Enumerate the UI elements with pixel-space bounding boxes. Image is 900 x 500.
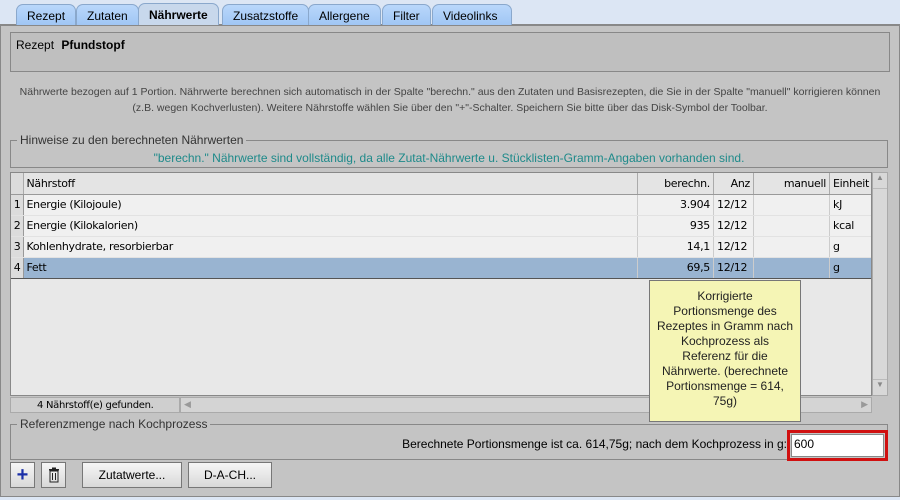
reference-title: Referenzmenge nach Kochprozess [17,417,211,431]
trash-icon [48,467,59,483]
scroll-up-icon[interactable]: ▲ [873,173,887,189]
tab-zutaten[interactable]: Zutaten [76,4,139,25]
cell-calc: 14,1 [637,236,714,258]
status-text: 4 Nährstoff(e) gefunden. [10,397,180,413]
row-index: 1 [11,194,24,216]
add-nutrient-button[interactable]: + [10,462,35,488]
cell-unit: kcal [829,215,871,237]
hints-title: Hinweise zu den berechneten Nährwerten [17,133,247,147]
cell-unit: g [829,236,871,258]
table-row[interactable]: 1 Energie (Kilojoule) 3.904 12/12 kJ [11,194,871,216]
row-header-corner [11,173,24,195]
cell-manual[interactable] [753,194,830,216]
cell-calc: 3.904 [637,194,714,216]
reference-highlight: 600 [787,430,888,461]
reference-input[interactable]: 600 [791,434,884,457]
hints-message: "berechn." Nährwerte sind vollständig, d… [153,151,745,165]
tab-videolinks[interactable]: Videolinks [432,4,512,25]
vertical-scrollbar[interactable]: ▲ ▼ [872,172,888,396]
row-index: 2 [11,215,24,237]
zutatwerte-button[interactable]: Zutatwerte... [82,462,182,488]
col-naehrstoff[interactable]: Nährstoff [23,173,638,195]
cell-name: Energie (Kilokalorien) [23,215,638,237]
tab-naehrwerte[interactable]: Nährwerte [138,3,219,25]
cell-anz: 12/12 [713,194,754,216]
scroll-down-icon[interactable]: ▼ [873,379,887,395]
row-index: 3 [11,236,24,258]
table-row-selected[interactable]: 4 Fett 69,5 12/12 g [11,256,871,279]
tab-filter[interactable]: Filter [382,4,431,25]
cell-calc: 69,5 [637,256,714,279]
cell-unit: g [829,256,871,279]
tab-rezept[interactable]: Rezept [16,4,77,25]
hints-box: Hinweise zu den berechneten Nährwerten "… [10,133,888,168]
col-berechn[interactable]: berechn. [637,173,714,195]
row-index: 4 [11,256,24,279]
cell-calc: 935 [637,215,714,237]
delete-button[interactable] [41,462,66,488]
reference-box: Referenzmenge nach Kochprozess Berechnet… [10,417,888,460]
cell-anz: 12/12 [713,256,754,279]
recipe-label: Rezept [16,38,55,52]
cell-manual[interactable] [753,256,830,279]
plus-icon: + [16,463,29,486]
cell-name: Kohlenhydrate, resorbierbar [23,236,638,258]
scroll-left-icon[interactable]: ◀ [184,399,191,410]
cell-name: Energie (Kilojoule) [23,194,638,216]
recipe-header: Rezept Pfundstopf [10,32,890,72]
dach-button[interactable]: D-A-CH... [188,462,272,488]
info-text: Nährwerte bezogen auf 1 Portion. Nährwer… [19,86,881,114]
cell-manual[interactable] [753,215,830,237]
tab-zusatzstoffe[interactable]: Zusatzstoffe [222,4,310,25]
tab-allergene[interactable]: Allergene [308,4,381,25]
col-einheit[interactable]: Einheit [829,173,871,195]
table-row[interactable]: 2 Energie (Kilokalorien) 935 12/12 kcal [11,215,871,237]
cell-name: Fett [23,256,638,279]
cell-unit: kJ [829,194,871,216]
reference-label: Berechnete Portionsmenge ist ca. 614,75g… [402,437,787,451]
recipe-name: Pfundstopf [61,38,125,52]
cell-manual[interactable] [753,236,830,258]
table-row[interactable]: 3 Kohlenhydrate, resorbierbar 14,1 12/12 g [11,236,871,258]
cell-anz: 12/12 [713,215,754,237]
scroll-right-icon[interactable]: ▶ [861,399,868,410]
col-manuell[interactable]: manuell [753,173,830,195]
cell-anz: 12/12 [713,236,754,258]
tooltip: Korrigierte Portionsmenge des Rezeptes i… [649,280,801,422]
col-anz[interactable]: Anz [713,173,754,195]
